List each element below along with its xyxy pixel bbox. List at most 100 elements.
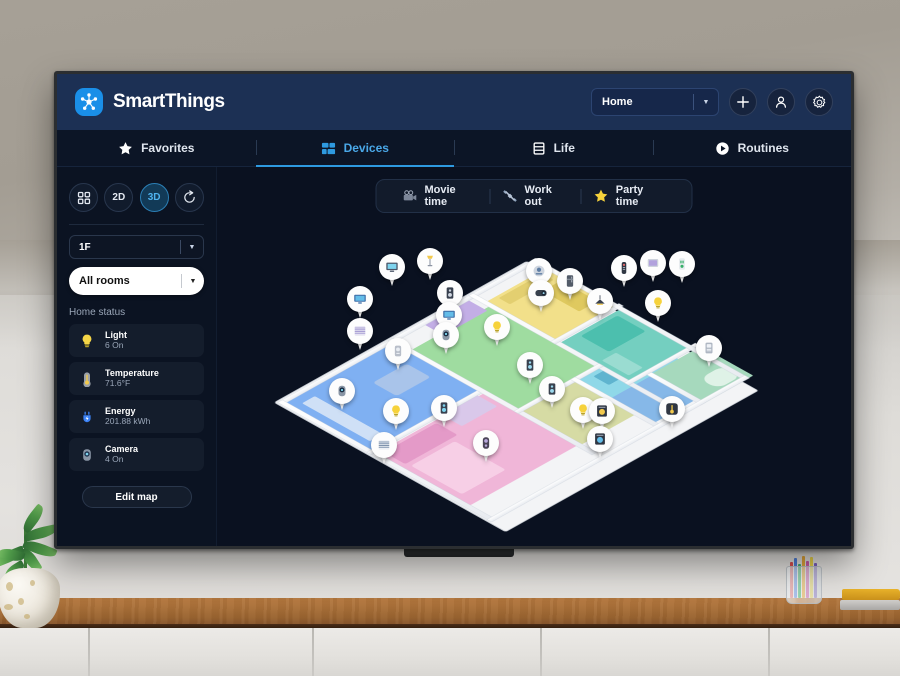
robot-vacuum-icon: [532, 264, 547, 279]
scene-label: Work out: [524, 184, 552, 208]
sidebar: 2D 3D 1F ▼ All rooms ▼ Home status Light…: [57, 167, 217, 546]
status-text: Energy 201.88 kWh: [105, 406, 150, 427]
device-pin-blind[interactable]: [347, 318, 373, 351]
view-mode-3d[interactable]: 3D: [139, 183, 169, 212]
view-mode-2d[interactable]: 2D: [104, 183, 134, 212]
list-card-icon: [533, 141, 545, 155]
account-button[interactable]: [767, 88, 795, 116]
status-name: Energy: [105, 405, 136, 416]
ceiling-light-icon: [593, 294, 608, 309]
tab-routines[interactable]: Routines: [652, 130, 852, 166]
device-pin-speaker-kitchen[interactable]: [539, 376, 565, 409]
smartthings-app: SmartThings Home ▼ Favorites Devices Lif…: [57, 74, 851, 546]
refrigerator-icon: [563, 274, 578, 289]
scene-movie-time[interactable]: Movie time: [391, 184, 490, 208]
status-text: Temperature 71.6°F: [105, 368, 159, 389]
lightbulb-icon: [490, 320, 505, 335]
book-yellow: [842, 589, 900, 600]
device-pin-tv[interactable]: [379, 254, 405, 287]
room-selector[interactable]: All rooms ▼: [69, 267, 204, 295]
stacked-books: [840, 589, 900, 611]
camera-icon: [335, 384, 350, 399]
console-seam: [88, 628, 90, 676]
device-pin-floor-lamp[interactable]: [417, 248, 443, 281]
device-pin-air-purifier-primary[interactable]: [696, 335, 722, 368]
tab-label: Routines: [737, 141, 789, 155]
settings-button[interactable]: [805, 88, 833, 116]
view-mode-reset[interactable]: [174, 183, 204, 212]
app-header: SmartThings Home ▼: [57, 74, 851, 130]
tab-life[interactable]: Life: [454, 130, 653, 166]
status-text: Camera 4 On: [105, 444, 138, 465]
speaker-icon: [443, 286, 458, 301]
status-name: Camera: [105, 443, 139, 454]
speaker-icon: [545, 382, 560, 397]
status-name: Temperature: [105, 367, 159, 378]
device-pin-camera-deck[interactable]: [528, 280, 554, 313]
status-card-camera[interactable]: Camera 4 On: [69, 438, 204, 471]
device-pin-tablet[interactable]: [640, 250, 666, 283]
monitor-icon: [353, 292, 368, 307]
tab-label: Devices: [343, 141, 389, 155]
glass-cup: [786, 566, 822, 604]
status-card-light[interactable]: Light 6 On: [69, 324, 204, 357]
camera-icon: [534, 286, 549, 301]
device-pin-washer[interactable]: [587, 426, 613, 459]
header-actions: Home ▼: [591, 88, 833, 116]
app-body: 2D 3D 1F ▼ All rooms ▼ Home status Light…: [57, 167, 851, 546]
device-pin-remote[interactable]: [611, 255, 637, 288]
scene-label: Movie time: [424, 184, 456, 208]
status-text: Light 6 On: [105, 330, 127, 351]
device-pin-thermostat[interactable]: [659, 396, 685, 429]
plus-icon: [737, 96, 749, 108]
speaker-icon: [523, 358, 538, 373]
console-seam: [312, 628, 314, 676]
window-blind-icon: [353, 324, 368, 339]
device-pin-doorbell[interactable]: [473, 430, 499, 463]
home-status-title: Home status: [69, 307, 126, 318]
status-card-temperature[interactable]: Temperature 71.6°F: [69, 362, 204, 395]
tab-devices[interactable]: Devices: [255, 130, 455, 167]
plug-energy-icon: [77, 407, 97, 427]
home-selector[interactable]: Home ▼: [591, 88, 719, 116]
device-pin-light-living[interactable]: [484, 314, 510, 347]
add-button[interactable]: [729, 88, 757, 116]
device-pin-smart-plug[interactable]: [669, 251, 695, 284]
device-pin-refrigerator[interactable]: [557, 268, 583, 301]
lightbulb-icon: [77, 331, 97, 351]
device-pin-blind-bedroom[interactable]: [371, 432, 397, 465]
device-pin-speaker-bedroom[interactable]: [431, 395, 457, 428]
device-pin-light-bedroom[interactable]: [383, 398, 409, 431]
edit-map-button[interactable]: Edit map: [81, 486, 192, 508]
device-pin-monitor[interactable]: [347, 286, 373, 319]
status-card-energy[interactable]: Energy 201.88 kWh: [69, 400, 204, 433]
window-blind-icon: [377, 438, 392, 453]
floorplan-3d[interactable]: Media room Bedroom Living room: [275, 240, 769, 532]
status-value: 6 On: [105, 340, 124, 351]
device-pin-camera-bedroom[interactable]: [329, 378, 355, 411]
scene-party-time[interactable]: Party time: [582, 184, 678, 208]
play-circle-icon: [715, 141, 729, 155]
device-pin-camera-living[interactable]: [433, 322, 459, 355]
device-pin-light-primary[interactable]: [645, 290, 671, 323]
speaker-icon: [437, 401, 452, 416]
thermometer-icon: [77, 369, 97, 389]
scene-work-out[interactable]: Work out: [491, 184, 581, 208]
floor-selector[interactable]: 1F ▼: [69, 235, 204, 259]
doorbell-icon: [479, 436, 494, 451]
chevron-down-icon: ▼: [189, 277, 197, 285]
television: SmartThings Home ▼ Favorites Devices Lif…: [54, 71, 854, 549]
movie-camera-icon: [403, 190, 417, 201]
view-mode-grid[interactable]: [69, 183, 98, 212]
monitor-icon: [442, 308, 457, 323]
chevron-down-icon: ▼: [702, 98, 710, 106]
view-mode-label: 2D: [112, 192, 126, 203]
status-value: 201.88 kWh: [105, 416, 151, 427]
device-pin-air-purifier[interactable]: [385, 338, 411, 371]
book-grey: [840, 600, 900, 610]
dumbbell-icon: [503, 190, 517, 202]
lightbulb-icon: [651, 296, 666, 311]
room-selector-value: All rooms: [79, 275, 130, 287]
tab-favorites[interactable]: Favorites: [57, 130, 256, 166]
device-pin-ceiling-light[interactable]: [587, 288, 613, 321]
